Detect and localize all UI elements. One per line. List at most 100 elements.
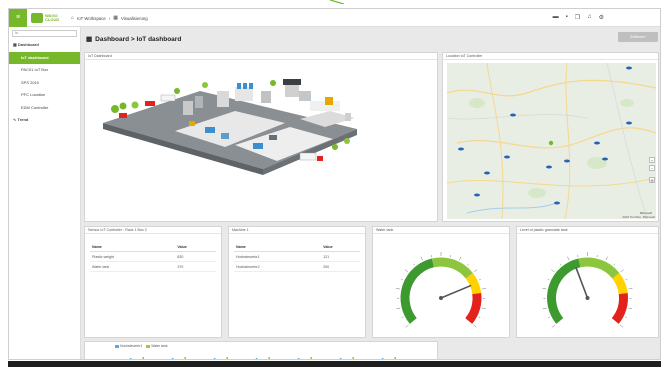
wago-cloud-logo[interactable]: WAGO CLOUD [31, 13, 59, 23]
location-map[interactable] [447, 63, 656, 219]
water-tank-panel: Water tank [372, 226, 510, 338]
edit-button[interactable]: Editieren [618, 32, 658, 42]
panel-title: Machine 1 [229, 227, 365, 234]
panel-title: Location IoT Controller [443, 53, 658, 60]
column-header: Name [234, 244, 322, 252]
table-cell: Hochsteuerbr2 [234, 261, 322, 272]
gauge-tick [401, 279, 404, 281]
gauge-tick [481, 288, 487, 290]
sidebar-item-sps[interactable]: SPS 2010 [9, 77, 80, 90]
breadcrumb-workspace[interactable]: IoT Workspace [77, 16, 106, 21]
breadcrumb: ⌂ IoT Workspace › ▦ Visualisierung [71, 15, 148, 21]
map-attribution[interactable]: 2024 TomTom, Microsoft [622, 215, 655, 219]
gauge-band [578, 257, 620, 279]
grid-icon: ▦ [113, 15, 118, 21]
sidebar-item-dashboard[interactable]: ▦ Dashboard [9, 39, 80, 52]
gauge-tick [625, 279, 628, 281]
gauge-tick [478, 316, 481, 318]
gauge-tick [567, 256, 570, 261]
map-compass-button[interactable]: ⊕ [649, 177, 655, 183]
top-bar: ≡ WAGO CLOUD ⌂ IoT Workspace › ▦ Visuali… [9, 9, 660, 27]
sensor-table: Name Value Plastic weight 830 Water tank… [90, 244, 216, 272]
trend-bar [310, 357, 312, 359]
gauge-tick [467, 263, 469, 266]
table-row: Hochsteuerbr1 121 [234, 251, 360, 262]
sidebar-item-label: EDM Controller [21, 104, 49, 110]
gauge-tick [619, 324, 624, 328]
trend-bar [159, 359, 161, 360]
table-row: Plastic weight 830 [90, 251, 216, 262]
gauge-band [611, 293, 628, 324]
gauge-band [465, 293, 482, 324]
breadcrumb-visualisierung[interactable]: Visualisierung [121, 16, 148, 21]
column-header: Value [175, 244, 216, 252]
gauge-tick [548, 316, 551, 318]
trend-bar [352, 357, 354, 359]
copy-icon[interactable]: ❐ [575, 14, 580, 21]
gauge-tick [396, 307, 401, 310]
gauge-band [431, 257, 473, 279]
grid-icon: ▦ [86, 36, 93, 43]
trend-bar [285, 359, 287, 360]
gauge-tick [420, 256, 423, 261]
trend-bar [117, 359, 119, 360]
trend-bar [226, 357, 228, 359]
gauge-needle [440, 284, 472, 299]
logo-mark [31, 13, 43, 23]
sidebar-item-pac01[interactable]: PAC01 IoT Box [9, 64, 80, 77]
legend-item[interactable]: Hochsteuerbr1 [115, 344, 142, 348]
gauge-tick [473, 269, 478, 273]
gauge-tick [620, 269, 624, 273]
panel-title: Level of plastic granulate tank [517, 227, 658, 234]
page-title-text: Dashboard > IoT dashboard [95, 35, 182, 43]
table-cell: Plastic weight [90, 251, 176, 262]
trend-bar [327, 359, 329, 360]
trend-bar [268, 357, 270, 359]
gauge-tick [624, 316, 627, 318]
sidebar: Io ▦ Dashboard IoT dashboard PAC01 IoT B… [9, 27, 81, 359]
trend-bar [201, 359, 203, 360]
trend-bar [255, 358, 258, 359]
sidebar-item-label: Trend [17, 117, 29, 122]
home-icon[interactable]: ⌂ [71, 15, 74, 21]
gauge-needle [575, 267, 589, 299]
chat-icon[interactable]: ▬ [553, 14, 559, 21]
sensor-panel: Sensor IoT Controller - Rack 1 Box 3 Nam… [84, 226, 222, 338]
gauge-tick [459, 256, 462, 261]
sidebar-item-iot-dashboard[interactable]: IoT dashboard [9, 51, 80, 64]
settings-icon[interactable]: ⚙ [599, 14, 604, 21]
panel-title: Sensor IoT Controller - Rack 1 Box 3 [85, 227, 221, 234]
map-zoom-out-button[interactable]: − [649, 165, 655, 171]
gauge-tick [628, 288, 633, 290]
hamburger-icon[interactable]: ≡ [9, 9, 27, 27]
gauge-tick [401, 316, 404, 318]
bell-icon[interactable]: ♫ [587, 14, 592, 21]
table-header-row: Name Value [234, 244, 360, 252]
gauge-tick [481, 307, 486, 310]
legend-item[interactable]: Water tank [146, 344, 168, 348]
gauge-band [465, 272, 482, 295]
sidebar-item-edm-controller[interactable]: EDM Controller [9, 102, 80, 115]
gauge-band [547, 258, 581, 324]
sidebar-item-pfc-location[interactable]: PFC Location [9, 89, 80, 102]
gauge-tick [395, 288, 401, 290]
top-icons: ▬ ▪ ❐ ♫ ⚙ [553, 14, 604, 21]
table-row: Water tank 370 [90, 261, 216, 272]
trend-bar [213, 358, 216, 359]
bookmark-icon[interactable]: ▪ [566, 14, 568, 21]
sidebar-search-input[interactable]: Io [12, 30, 77, 37]
granulate-tank-panel: Level of plastic granulate tank [516, 226, 659, 338]
trend-bar [339, 358, 342, 359]
sidebar-item-label: SPS 2010 [21, 79, 40, 85]
gauge-tick [404, 269, 409, 273]
trend-bar [369, 359, 371, 360]
gauge-tick [478, 279, 481, 281]
table-cell: 250 [321, 261, 360, 272]
iot-dashboard-panel: IoT Dashboard [84, 52, 438, 222]
panel-title: IoT Dashboard [85, 53, 437, 60]
table-row: Hochsteuerbr2 250 [234, 261, 360, 272]
map-zoom-in-button[interactable]: + [649, 157, 655, 163]
sidebar-item-trend[interactable]: ∿ Trend [9, 114, 80, 127]
trend-bar [129, 358, 132, 359]
gauge-tick [542, 307, 547, 310]
